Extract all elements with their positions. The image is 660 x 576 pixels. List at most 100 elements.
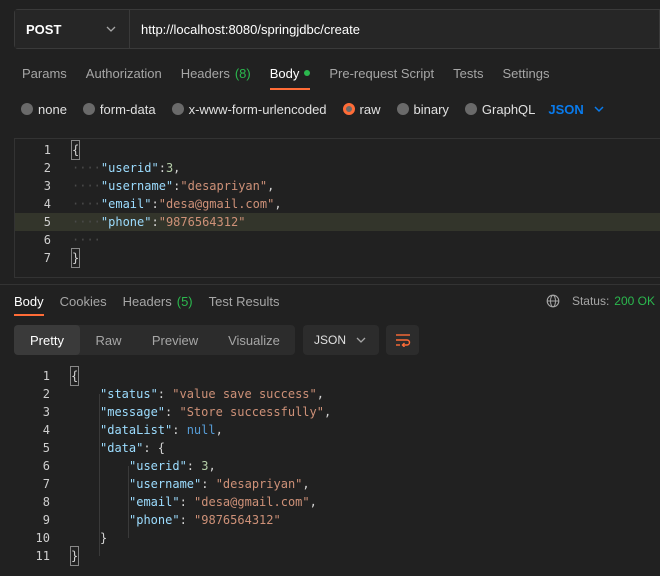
line-number: 7 — [42, 477, 50, 491]
radio-raw[interactable]: raw — [342, 102, 381, 117]
code-token: null — [186, 423, 216, 437]
line-number: 10 — [35, 531, 50, 545]
url-input[interactable]: http://localhost:8080/springjdbc/create — [130, 10, 659, 48]
code-line: 11} — [14, 546, 660, 566]
radio-label: binary — [413, 101, 449, 117]
tab-label: Test Results — [208, 293, 280, 309]
radio-button-icon — [82, 103, 95, 115]
code-text: } — [69, 546, 80, 566]
code-token: } — [100, 531, 108, 545]
code-line: 7} — [15, 248, 660, 268]
pane-divider[interactable] — [0, 284, 660, 285]
radio-button-icon — [396, 103, 409, 115]
tab-headers[interactable]: Headers (8) — [181, 56, 251, 90]
code-token: , — [173, 161, 181, 175]
tab-body[interactable]: Body — [269, 56, 311, 90]
line-number: 1 — [42, 369, 50, 383]
code-token: , — [309, 495, 317, 509]
code-token: } — [71, 549, 79, 563]
code-token: : — [179, 495, 195, 509]
raw-format-label: JSON — [548, 101, 584, 117]
line-number: 11 — [35, 549, 50, 563]
response-tab-body[interactable]: Body — [14, 286, 44, 316]
code-token: , — [208, 459, 216, 473]
wrap-lines-button[interactable] — [386, 325, 419, 355]
tab-authorization[interactable]: Authorization — [86, 56, 162, 90]
code-token: : — [158, 161, 166, 175]
radio-button-icon — [21, 103, 33, 115]
code-token: , — [274, 197, 282, 211]
radio-graphql[interactable]: GraphQL — [464, 102, 535, 117]
code-token: "userid" — [129, 459, 187, 473]
code-token: , — [302, 477, 310, 491]
code-token: "status" — [100, 387, 158, 401]
code-token: "phone" — [129, 513, 180, 527]
code-token: "phone" — [100, 215, 152, 229]
tab-params[interactable]: Params — [22, 56, 67, 90]
radio-form-data[interactable]: form-data — [82, 101, 156, 117]
code-text: ····"userid":3, — [72, 159, 180, 177]
code-text: { — [69, 366, 80, 386]
code-line: 10} — [14, 529, 660, 547]
code-line: 3 ····"username":"desapriyan", — [15, 177, 660, 195]
line-number: 4 — [42, 423, 50, 437]
response-tab-cookies[interactable]: Cookies — [60, 286, 107, 316]
response-view-tabs: Pretty Raw Preview Visualize — [14, 325, 295, 355]
tab-label: Headers — [122, 293, 172, 309]
code-token: , — [267, 179, 275, 193]
globe-icon[interactable] — [546, 294, 560, 308]
line-number: 3 — [43, 179, 51, 193]
raw-format-select[interactable]: JSON — [548, 102, 604, 117]
tab-settings[interactable]: Settings — [502, 56, 549, 90]
code-token: "value save success" — [172, 387, 317, 401]
status-value[interactable]: 200 OK — [614, 294, 655, 308]
chevron-down-icon — [594, 106, 604, 113]
response-tab-test-results[interactable]: Test Results — [209, 286, 280, 316]
radio-none[interactable]: none — [21, 102, 67, 117]
whitespace-dots: ···· — [72, 215, 101, 229]
code-text: ····"phone":"9876564312" — [72, 213, 245, 231]
line-number: 5 — [43, 215, 51, 229]
response-format-select[interactable]: JSON — [303, 325, 379, 355]
wrap-lines-icon — [395, 334, 410, 347]
code-token: } — [72, 251, 80, 265]
line-number: 7 — [43, 251, 51, 265]
code-token: "Store successfully" — [179, 405, 324, 419]
code-token: : { — [143, 441, 166, 455]
request-body-editor[interactable]: 1{2 ····"userid":3, 3 ····"username":"desap… — [14, 138, 660, 278]
code-token: : — [151, 197, 159, 211]
response-tab-headers[interactable]: Headers (5) — [123, 286, 193, 316]
code-text: "userid": 3, — [129, 457, 216, 475]
method-select[interactable]: POST — [15, 10, 130, 48]
code-token: "email" — [100, 197, 152, 211]
tab-label: Tests — [453, 65, 484, 81]
tab-tests[interactable]: Tests — [453, 56, 483, 90]
line-number: 8 — [42, 495, 50, 509]
view-tab-pretty[interactable]: Pretty — [14, 325, 80, 355]
radio-binary[interactable]: binary — [396, 101, 449, 117]
code-token: , — [323, 405, 332, 419]
code-token: "desapriyan" — [215, 477, 303, 491]
code-line: 6 "userid": 3, — [14, 457, 660, 475]
code-token: : — [186, 459, 202, 473]
code-token: "username" — [129, 477, 202, 491]
tab-label: Authorization — [85, 65, 162, 81]
code-text: "phone": "9876564312" — [129, 511, 281, 529]
radio-label: form-data — [99, 101, 156, 117]
response-body-viewer[interactable]: 1{2 "status": "value save success", 3 "mess… — [14, 366, 660, 576]
tab-pre-request-script[interactable]: Pre-request Script — [329, 56, 434, 90]
code-text: "username": "desapriyan", — [129, 475, 310, 493]
view-tab-raw[interactable]: Raw — [80, 325, 137, 355]
code-line: 5 "data": { — [14, 439, 660, 457]
radio-x-www-form-urlencoded[interactable]: x-www-form-urlencoded — [171, 102, 327, 117]
code-line: 6 ···· — [15, 231, 660, 249]
code-token: "data" — [100, 441, 144, 455]
line-number: 6 — [42, 459, 50, 473]
view-tab-visualize[interactable]: Visualize — [213, 325, 295, 355]
radio-button-icon — [171, 103, 184, 115]
chevron-down-icon — [356, 337, 366, 343]
code-token: : — [179, 513, 195, 527]
body-type-selector: none form-data x-www-form-urlencoded raw bin… — [21, 97, 605, 121]
line-number: 5 — [42, 441, 50, 455]
view-tab-preview[interactable]: Preview — [137, 325, 213, 355]
